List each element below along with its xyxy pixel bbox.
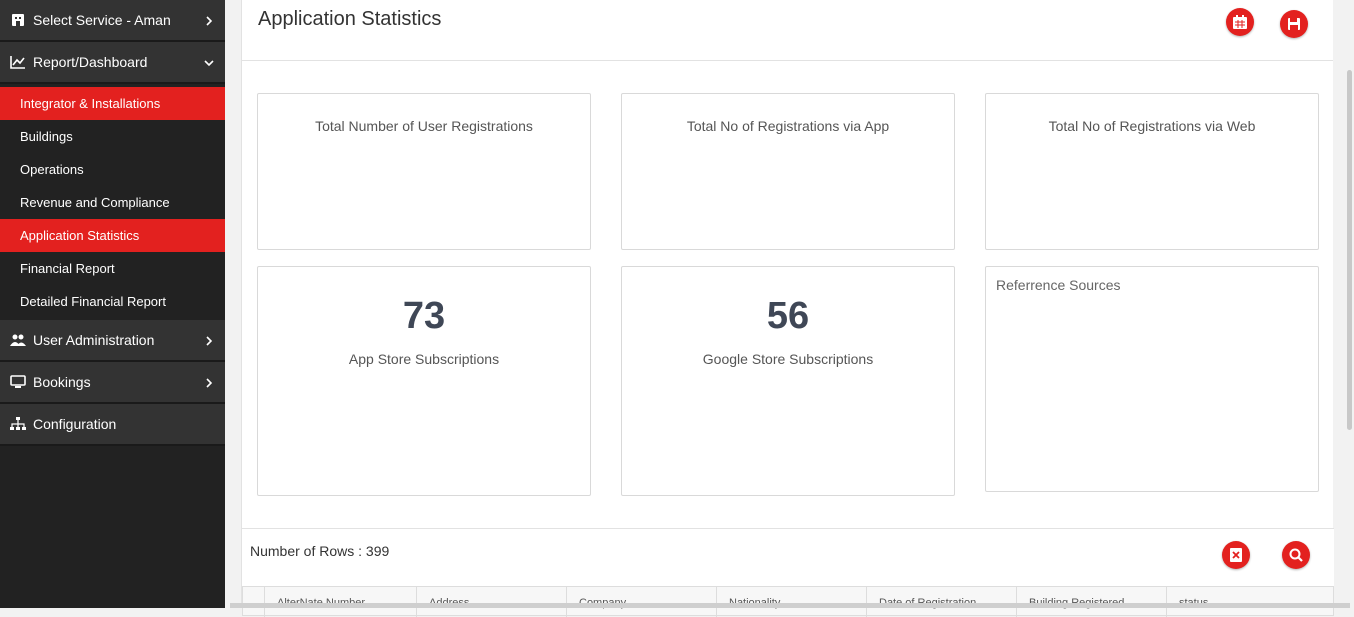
column-header[interactable]: Building Registered <box>1017 587 1167 617</box>
sidebar-item-revenue[interactable]: Revenue and Compliance <box>0 186 225 219</box>
calendar-button[interactable] <box>1226 8 1254 36</box>
chevron-right-icon <box>203 376 215 388</box>
column-header[interactable]: AlterNate Number <box>265 587 417 617</box>
column-header[interactable]: Nationality <box>717 587 867 617</box>
sidebar-item-label: Integrator & Installations <box>20 96 161 111</box>
nav-select-service[interactable]: Select Service - Aman <box>0 0 225 42</box>
sidebar-item-label: Operations <box>20 162 84 177</box>
horizontal-scrollbar[interactable] <box>230 603 1350 608</box>
nav-report-dashboard-label: Report/Dashboard <box>33 54 148 70</box>
sidebar-item-label: Detailed Financial Report <box>20 294 166 309</box>
main-content: Application Statistics Total Number of U… <box>241 0 1334 617</box>
search-button[interactable] <box>1282 541 1310 569</box>
report-submenu: Integrator & Installations Buildings Ope… <box>0 84 225 320</box>
sidebar-item-application-statistics[interactable]: Application Statistics <box>0 219 225 252</box>
table-section: Number of Rows : 399 AlterNate Number Ad… <box>242 528 1334 617</box>
export-excel-button[interactable] <box>1222 541 1250 569</box>
excel-icon <box>1230 548 1242 562</box>
nav-configuration[interactable]: Configuration <box>0 404 225 446</box>
chevron-right-icon <box>203 14 215 26</box>
sidebar-item-buildings[interactable]: Buildings <box>0 120 225 153</box>
sidebar: Select Service - Aman Report/Dashboard I… <box>0 0 225 608</box>
nav-user-administration[interactable]: User Administration <box>0 320 225 362</box>
app-store-label: App Store Subscriptions <box>348 351 500 367</box>
table-header-spacer <box>243 587 265 617</box>
chevron-down-icon <box>203 56 215 68</box>
search-icon <box>1289 548 1303 562</box>
nav-configuration-label: Configuration <box>33 416 117 432</box>
save-icon <box>1288 18 1300 30</box>
google-store-card: 56 Google Store Subscriptions <box>621 266 955 496</box>
reference-sources-title: Referrence Sources <box>996 277 1121 293</box>
building-icon <box>10 12 26 28</box>
column-header[interactable]: status <box>1167 587 1333 617</box>
table-header: AlterNate Number Address Company Nationa… <box>242 586 1334 617</box>
page-header: Application Statistics <box>242 0 1333 61</box>
page-title: Application Statistics <box>258 8 442 30</box>
card-title: Total No of Registrations via App <box>686 118 890 134</box>
web-registrations-card: Total No of Registrations via Web <box>985 93 1319 250</box>
users-icon <box>10 332 26 348</box>
card-title: Total Number of User Registrations <box>315 118 533 134</box>
app-registrations-card: Total No of Registrations via App <box>621 93 955 250</box>
sidebar-item-label: Application Statistics <box>20 228 140 243</box>
reference-sources-card: Referrence Sources <box>985 266 1319 492</box>
desktop-icon <box>10 374 26 390</box>
sidebar-item-detailed-financial-report[interactable]: Detailed Financial Report <box>0 285 225 318</box>
column-header[interactable]: Date of Registration <box>867 587 1017 617</box>
card-title: Total No of Registrations via Web <box>1048 118 1256 134</box>
app-store-count: 73 <box>402 295 446 337</box>
chevron-right-icon <box>203 334 215 346</box>
nav-user-administration-label: User Administration <box>33 332 155 348</box>
line-chart-icon <box>10 54 26 70</box>
save-button[interactable] <box>1280 10 1308 38</box>
nav-report-dashboard[interactable]: Report/Dashboard <box>0 42 225 84</box>
user-registrations-card: Total Number of User Registrations <box>257 93 591 250</box>
rows-count: Number of Rows : 399 <box>250 543 390 559</box>
column-header[interactable]: Company <box>567 587 717 617</box>
vertical-scrollbar[interactable] <box>1347 70 1352 430</box>
sitemap-icon <box>10 416 26 432</box>
calendar-icon <box>1233 15 1247 29</box>
sidebar-item-label: Revenue and Compliance <box>20 195 170 210</box>
nav-select-service-label: Select Service - Aman <box>33 12 171 28</box>
google-store-count: 56 <box>766 295 810 337</box>
sidebar-item-operations[interactable]: Operations <box>0 153 225 186</box>
sidebar-item-label: Buildings <box>20 129 73 144</box>
google-store-label: Google Store Subscriptions <box>702 351 874 367</box>
nav-bookings[interactable]: Bookings <box>0 362 225 404</box>
sidebar-item-label: Financial Report <box>20 261 115 276</box>
column-header[interactable]: Address <box>417 587 567 617</box>
sidebar-item-integrator[interactable]: Integrator & Installations <box>0 87 225 120</box>
nav-bookings-label: Bookings <box>33 374 91 390</box>
app-store-card: 73 App Store Subscriptions <box>257 266 591 496</box>
sidebar-item-financial-report[interactable]: Financial Report <box>0 252 225 285</box>
